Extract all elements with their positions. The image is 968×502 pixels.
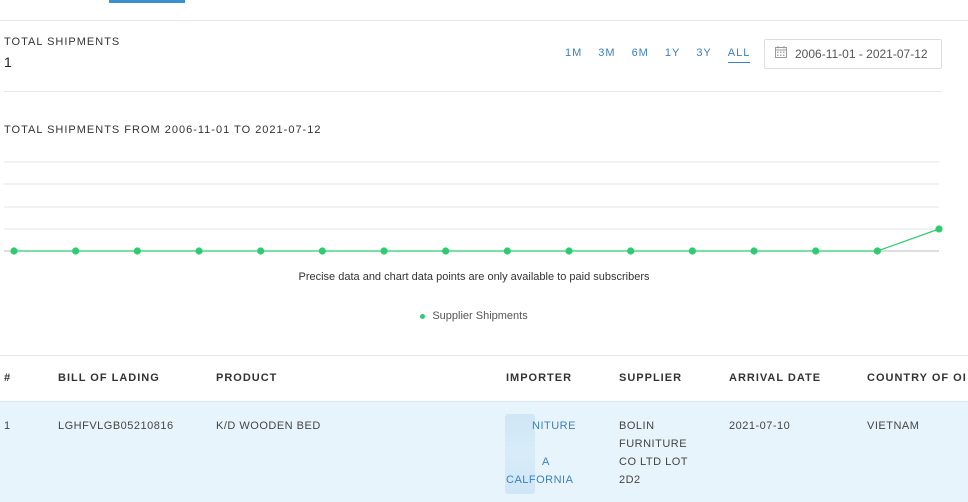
data-point: [688, 247, 696, 255]
supplier-line: BOLIN: [619, 420, 655, 432]
data-point: [195, 247, 203, 255]
supplier-cell: BOLIN FURNITURE CO LTD LOT 2D2: [619, 417, 688, 489]
header-arrival-date[interactable]: ARRIVAL DATE: [729, 372, 821, 384]
data-point: [133, 247, 141, 255]
data-point: [72, 247, 80, 255]
divider: [4, 91, 942, 92]
range-selector: 1M 3M 6M 1Y 3Y ALL: [565, 47, 766, 63]
data-point: [318, 247, 326, 255]
active-tab-indicator: [109, 0, 185, 3]
header-importer[interactable]: IMPORTER: [506, 372, 572, 384]
bill-of-lading-cell: LGHFVLGB05210816: [58, 420, 174, 432]
range-6m-button[interactable]: 6M: [632, 47, 649, 63]
data-point: [935, 225, 943, 233]
data-point: [873, 247, 881, 255]
range-3y-button[interactable]: 3Y: [696, 47, 711, 63]
product-cell: K/D WOODEN BED: [216, 420, 321, 432]
header-bill-of-lading[interactable]: BILL OF LADING: [58, 372, 160, 384]
supplier-line: FURNITURE: [619, 438, 688, 450]
importer-line: NITURE: [532, 420, 576, 432]
legend-label: Supplier Shipments: [432, 310, 528, 322]
country-cell: VIETNAM: [867, 420, 920, 432]
summary-label: TOTAL SHIPMENTS: [4, 36, 121, 48]
row-index: 1: [4, 420, 11, 432]
range-all-button[interactable]: ALL: [727, 47, 751, 63]
data-point: [750, 247, 758, 255]
data-point: [10, 247, 18, 255]
header-index: #: [4, 372, 12, 384]
range-3m-button[interactable]: 3M: [598, 47, 615, 63]
supplier-line: 2D2: [619, 474, 641, 486]
top-strip: [0, 0, 968, 21]
summary-value: 1: [4, 54, 12, 70]
subscriber-notice: Precise data and chart data points are o…: [298, 271, 650, 283]
chart-legend[interactable]: Supplier Shipments: [0, 310, 948, 322]
header-country-of-origin[interactable]: COUNTRY OF OI: [867, 372, 967, 384]
importer-line: [532, 435, 576, 453]
table-header: # BILL OF LADING PRODUCT IMPORTER SUPPLI…: [0, 356, 968, 401]
data-point: [503, 247, 511, 255]
data-point: [812, 247, 820, 255]
arrival-date-cell: 2021-07-10: [729, 420, 791, 432]
data-point: [627, 247, 635, 255]
header-product[interactable]: PRODUCT: [216, 372, 277, 384]
shipments-summary: TOTAL SHIPMENTS 1: [4, 36, 120, 70]
chart-title: TOTAL SHIPMENTS FROM 2006-11-01 TO 2021-…: [4, 124, 322, 136]
data-point: [565, 247, 573, 255]
table-row[interactable]: 1 LGHFVLGB05210816 K/D WOODEN BED NITURE…: [0, 401, 968, 502]
date-range-text: 2006-11-01 - 2021-07-12: [795, 47, 928, 61]
data-point: [380, 247, 388, 255]
data-point: [442, 247, 450, 255]
range-1m-button[interactable]: 1M: [565, 47, 582, 63]
header-supplier[interactable]: SUPPLIER: [619, 372, 682, 384]
importer-line: A: [542, 456, 550, 468]
supplier-line: CO LTD LOT: [619, 456, 688, 468]
calendar-icon: [775, 45, 787, 63]
data-point: [257, 247, 265, 255]
range-1y-button[interactable]: 1Y: [665, 47, 680, 63]
shipments-line-chart: [4, 161, 943, 255]
importer-link[interactable]: NITURE A CALFORNIA: [506, 417, 576, 489]
date-range-picker[interactable]: 2006-11-01 - 2021-07-12: [764, 39, 942, 69]
legend-dot: [420, 313, 426, 319]
series-line: [14, 228, 940, 252]
importer-line: CALFORNIA: [506, 474, 574, 486]
